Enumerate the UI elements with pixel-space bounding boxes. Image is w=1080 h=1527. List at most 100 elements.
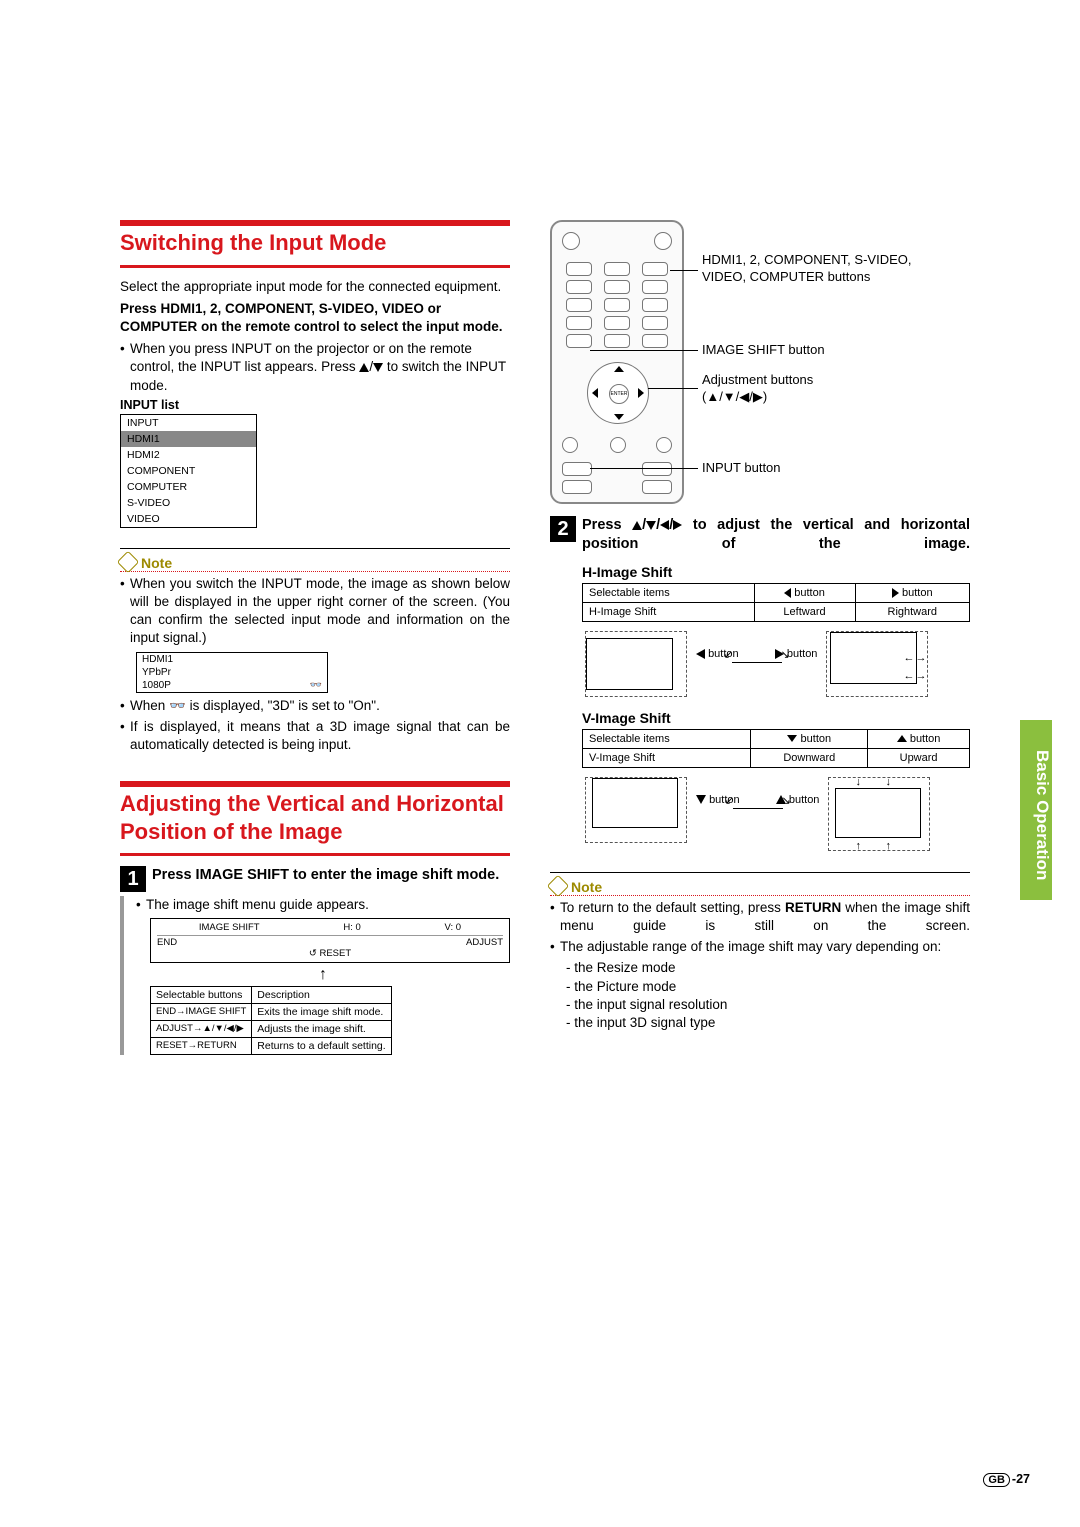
input-list-item: VIDEO — [121, 511, 256, 527]
step-number: 1 — [120, 866, 146, 892]
page-prefix: GB — [983, 1473, 1010, 1487]
remote-btn — [566, 316, 592, 330]
tbl-cell: Upward — [868, 748, 970, 767]
callout-image-shift: IMAGE SHIFT button — [702, 342, 825, 359]
tbl-cell: Downward — [751, 748, 868, 767]
remote-btn — [604, 298, 630, 312]
note-header2: Note — [550, 872, 970, 896]
remote-btn — [604, 334, 630, 348]
v-btn-labels: button button ↙ ↘ — [696, 794, 819, 809]
v-shift-heading: V-Image Shift — [582, 710, 970, 726]
page-num-text: -27 — [1012, 1472, 1030, 1486]
desc-cell: END→IMAGE SHIFT — [151, 1003, 252, 1020]
remote-dpad: ENTER — [587, 362, 649, 424]
heading-underbar — [120, 265, 510, 268]
remote-btn — [562, 437, 578, 453]
intro-text: Select the appropriate input mode for th… — [120, 278, 510, 296]
note-bullet3: If is displayed, it means that a 3D imag… — [120, 718, 510, 754]
desc-th: Selectable buttons — [151, 986, 252, 1003]
triangle-down-icon — [696, 795, 706, 804]
callout-input-buttons: HDMI1, 2, COMPONENT, S-VIDEO, VIDEO, COM… — [702, 252, 952, 286]
dash-item: - the Picture mode — [550, 978, 970, 996]
mini-row: 1080P — [142, 680, 171, 691]
desc-table: Selectable buttonsDescription END→IMAGE … — [150, 986, 392, 1055]
callout-adjust-text: Adjustment buttons — [702, 372, 813, 387]
h-shift-diagram: button button ↙ ↘ ← → ← → — [582, 628, 970, 700]
triangle-up-icon — [614, 366, 624, 372]
heading-bar — [120, 220, 510, 226]
heading-adjust: Adjusting the Vertical and Horizontal Po… — [120, 790, 510, 845]
diagram-box: ↓ ↓ ↑ ↑ — [828, 777, 930, 851]
callout-line — [670, 270, 698, 271]
note-icon — [117, 550, 140, 573]
return-bold: RETURN — [785, 900, 841, 915]
callout-adjust: Adjustment buttons (▲/▼/◀/▶) — [702, 372, 813, 406]
tbl-cell: V-Image Shift — [583, 748, 751, 767]
note-b2a: When — [130, 698, 169, 713]
v-shift-diagram: button button ↙ ↘ ↓ ↓ ↑ ↑ — [582, 774, 970, 854]
input-list-label: INPUT list — [120, 398, 510, 412]
press-instruction: Press HDMI1, 2, COMPONENT, S-VIDEO, VIDE… — [120, 300, 510, 336]
heading-bar2 — [120, 781, 510, 787]
step-text: Press IMAGE SHIFT to enter the image shi… — [152, 866, 499, 892]
remote-outline: ENTER — [550, 220, 684, 504]
h-shift-table: Selectable items button button H-Image S… — [582, 583, 970, 622]
desc-cell: ADJUST→▲/▼/◀/▶ — [151, 1020, 252, 1037]
diagram-box — [585, 777, 687, 843]
glasses-icon: 👓 — [169, 698, 186, 713]
remote-btn — [562, 480, 592, 494]
mg-end: END — [157, 937, 177, 948]
h-shift-heading: H-Image Shift — [582, 564, 970, 580]
note-b2b: is displayed, "3D" is set to "On". — [186, 698, 380, 713]
remote-btn — [566, 262, 592, 276]
step2: 2 Press /// to adjust the vertical and h… — [550, 516, 970, 554]
remote-btn — [642, 334, 668, 348]
remote-btn — [642, 480, 672, 494]
heading-underbar2 — [120, 853, 510, 856]
remote-btn — [566, 298, 592, 312]
v-shift-table: Selectable items button button V-Image S… — [582, 729, 970, 768]
page-number: GB-27 — [983, 1472, 1030, 1487]
note2-bullet1: To return to the default setting, press … — [550, 899, 970, 935]
remote-image-shift-btn — [566, 334, 592, 348]
btn-label: button — [789, 794, 820, 806]
mini-row: HDMI1 — [142, 654, 173, 665]
callout-line — [590, 350, 698, 351]
remote-btn — [604, 262, 630, 276]
mg-reset: RESET — [319, 948, 351, 959]
arrow-up-icon: ↑ — [136, 966, 510, 984]
note-label: Note — [571, 879, 602, 895]
step1-body: The image shift menu guide appears. IMAG… — [120, 896, 510, 1054]
glasses-icon: 👓 — [310, 680, 322, 691]
triangle-left-icon — [660, 520, 669, 530]
remote-btn — [610, 437, 626, 453]
triangle-left-icon — [592, 388, 598, 398]
remote-btn — [566, 280, 592, 294]
step-text: Press /// to adjust the vertical and hor… — [582, 516, 970, 554]
note2-bullet2: The adjustable range of the image shift … — [550, 938, 970, 956]
btn-label: button — [787, 648, 818, 660]
mini-row: YPbPr — [142, 667, 171, 678]
remote-btn — [604, 316, 630, 330]
note-label: Note — [141, 555, 172, 571]
desc-cell: Exits the image shift mode. — [252, 1003, 391, 1020]
input-list-item: COMPONENT — [121, 463, 256, 479]
side-tab: Basic Operation — [1020, 720, 1052, 900]
input-list-item: COMPUTER — [121, 479, 256, 495]
heading-switch-input: Switching the Input Mode — [120, 229, 510, 257]
triangle-down-icon — [646, 521, 656, 530]
desc-th: Description — [252, 986, 391, 1003]
desc-cell: Returns to a default setting. — [252, 1037, 391, 1054]
left-column: Switching the Input Mode Select the appr… — [120, 220, 510, 1055]
remote-btn — [642, 298, 668, 312]
callout-input-btn: INPUT button — [702, 460, 781, 477]
triangle-down-icon — [373, 363, 383, 372]
remote-btn — [642, 462, 672, 476]
tbl-cell: button — [868, 729, 970, 748]
input-list-item: S-VIDEO — [121, 495, 256, 511]
note2-b1a: To return to the default setting, press — [560, 900, 785, 915]
remote-btn — [642, 280, 668, 294]
desc-cell: Adjusts the image shift. — [252, 1020, 391, 1037]
tbl-cell: Rightward — [855, 602, 969, 621]
remote-btn — [604, 280, 630, 294]
